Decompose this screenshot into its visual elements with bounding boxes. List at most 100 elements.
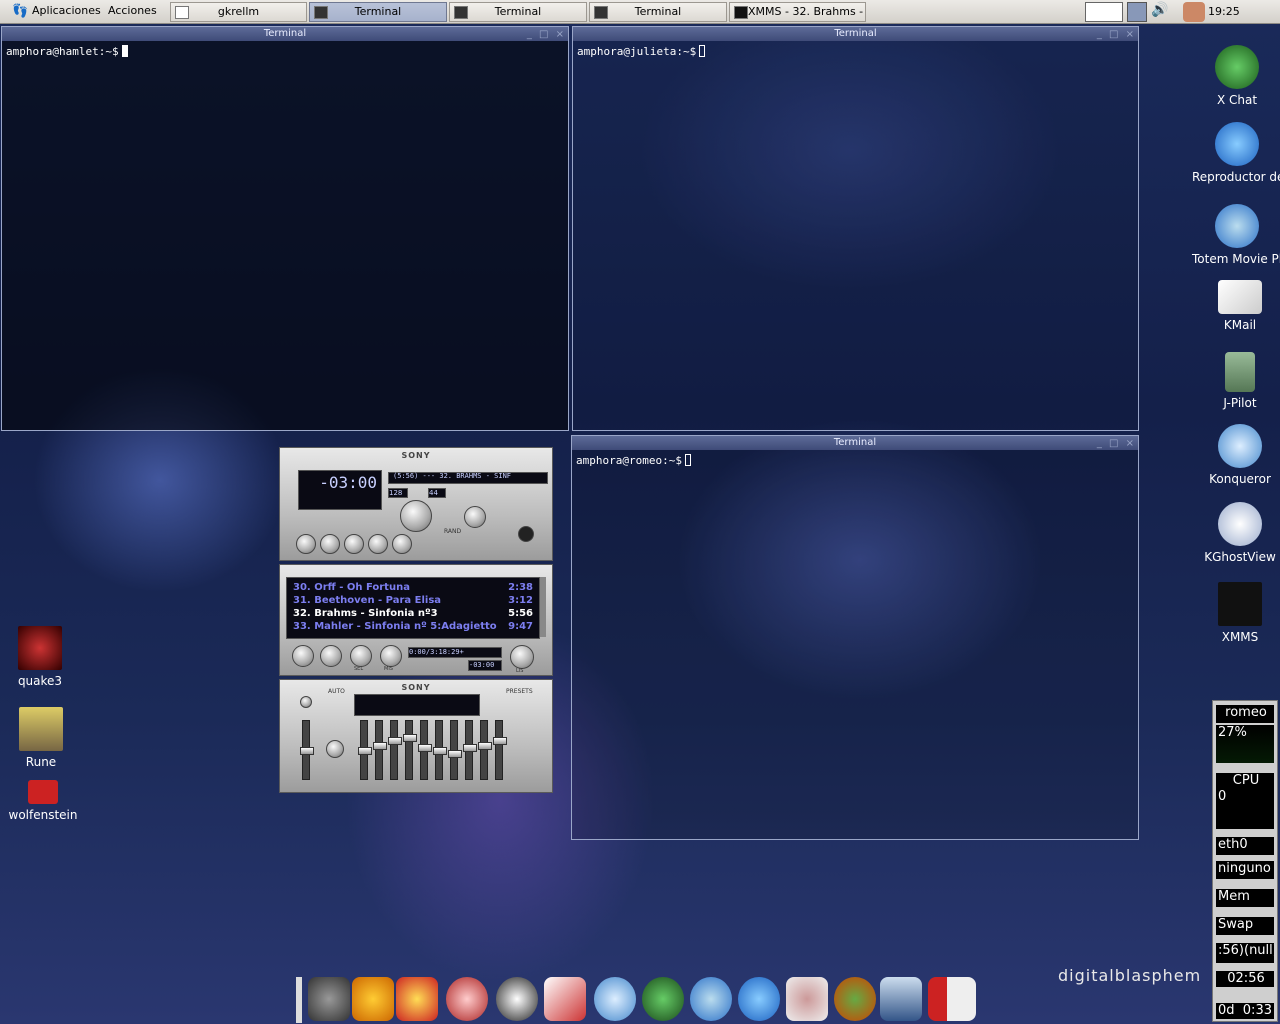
pl-mis-button[interactable]: [380, 645, 402, 667]
playlist-scrollbar[interactable]: [540, 577, 546, 637]
window-buttons[interactable]: _ □ ×: [1097, 28, 1136, 42]
network-monitor-icon[interactable]: [1127, 2, 1147, 22]
task-terminal-3[interactable]: Terminal: [589, 2, 727, 22]
terminal-window-julieta[interactable]: Terminal _ □ × amphora@julieta:~$: [572, 26, 1139, 431]
slider-thumb[interactable]: [433, 747, 447, 755]
gnome-foot-icon[interactable]: 👣: [12, 4, 28, 19]
eq-band-slider[interactable]: [403, 720, 417, 780]
clock[interactable]: 19:25: [1208, 5, 1240, 18]
desktop-icon-jpilot[interactable]: J-Pilot: [1195, 352, 1280, 410]
user-switch-icon[interactable]: [1183, 2, 1205, 22]
desktop-icon-xchat[interactable]: X Chat: [1192, 45, 1280, 107]
eye-icon[interactable]: [786, 977, 828, 1021]
slider-thumb[interactable]: [478, 742, 492, 750]
volume-icon[interactable]: 🔊: [1151, 2, 1168, 22]
menu-acciones[interactable]: Acciones: [108, 4, 157, 17]
desktop-icon-kmail[interactable]: KMail: [1195, 280, 1280, 332]
home-icon[interactable]: [880, 977, 922, 1021]
desktop-icon-reproductor[interactable]: Reproductor de C: [1192, 122, 1280, 184]
task-gkrellm[interactable]: gkrellm: [170, 2, 307, 22]
terminal-titlebar[interactable]: Terminal _ □ ×: [2, 27, 568, 41]
terminal-body[interactable]: amphora@romeo:~$: [572, 451, 1138, 839]
slider-thumb[interactable]: [358, 747, 372, 755]
mail-icon[interactable]: [544, 977, 586, 1021]
playlist-list[interactable]: 30. Orff - Oh Fortuna 2:38 31. Beethoven …: [286, 577, 540, 639]
eq-band-slider[interactable]: [358, 720, 372, 780]
eq-band-slider[interactable]: [433, 720, 447, 780]
terminal-body[interactable]: amphora@julieta:~$: [573, 42, 1138, 430]
desktop-icon-konqueror[interactable]: Konqueror: [1195, 424, 1280, 486]
slider-thumb[interactable]: [300, 747, 314, 755]
pl-remove-button[interactable]: [320, 645, 342, 667]
balance-knob[interactable]: [464, 506, 486, 528]
gimp-icon[interactable]: [308, 977, 350, 1021]
playlist-entry[interactable]: 30. Orff - Oh Fortuna 2:38: [293, 582, 533, 593]
terminal-window-romeo[interactable]: Terminal _ □ × amphora@romeo:~$: [571, 435, 1139, 840]
slider-thumb[interactable]: [463, 744, 477, 752]
slider-thumb[interactable]: [493, 737, 507, 745]
playlist-entry-current[interactable]: 32. Brahms - Sinfonia nº3 5:56: [293, 608, 533, 619]
eq-band-slider[interactable]: [493, 720, 507, 780]
next-button[interactable]: [392, 534, 412, 554]
playlist-entry[interactable]: 33. Mahler - Sinfonia nº 5:Adagietto 9:47: [293, 621, 533, 632]
desktop-icon-wolfenstein[interactable]: wolfenstein: [0, 780, 88, 822]
eq-band-slider[interactable]: [418, 720, 432, 780]
slider-thumb[interactable]: [448, 750, 462, 758]
eq-balance-knob[interactable]: [326, 740, 344, 758]
xmms-main-window[interactable]: SONY -03:00 (5:56) --- 32. BRAHMS - SINF…: [279, 447, 553, 561]
eric-icon[interactable]: [928, 977, 976, 1021]
volume-knob[interactable]: [400, 500, 432, 532]
pl-list-button[interactable]: [510, 645, 534, 669]
terminal-titlebar[interactable]: Terminal _ □ ×: [573, 27, 1138, 41]
desktop-icon-rune[interactable]: Rune: [0, 707, 86, 769]
shell-icon[interactable]: [352, 977, 394, 1021]
song-marquee[interactable]: (5:56) --- 32. BRAHMS - SINF: [388, 472, 548, 484]
time-display[interactable]: -03:00: [298, 470, 382, 510]
pl-sel-button[interactable]: [350, 645, 372, 667]
gkrellm-monitor[interactable]: romeo 27% CPU 0 eth0 ninguno Mem Swap :5…: [1212, 700, 1278, 1022]
play-button[interactable]: [320, 534, 340, 554]
window-buttons[interactable]: _ □ ×: [1097, 437, 1136, 451]
preamp-slider[interactable]: [300, 720, 314, 780]
terminal-window-hamlet[interactable]: Terminal _ □ × amphora@hamlet:~$: [1, 26, 569, 431]
task-xmms[interactable]: XMMS - 32. Brahms - Sin: [729, 2, 866, 22]
eq-band-slider[interactable]: [478, 720, 492, 780]
desktop-icon-totem[interactable]: Totem Movie Play: [1192, 204, 1280, 266]
workspace-switcher[interactable]: [1085, 2, 1123, 22]
mozilla-icon[interactable]: [834, 977, 876, 1021]
xchat-icon[interactable]: [642, 977, 684, 1021]
slider-thumb[interactable]: [388, 737, 402, 745]
xmms-equalizer-window[interactable]: SONY AUTO PRESETS: [279, 679, 553, 793]
prev-button[interactable]: [296, 534, 316, 554]
menu-aplicaciones[interactable]: Aplicaciones: [32, 4, 101, 17]
xmms-playlist-window[interactable]: 30. Orff - Oh Fortuna 2:38 31. Beethoven …: [279, 564, 553, 676]
eject-knob[interactable]: [518, 526, 534, 542]
acrobat-icon[interactable]: [446, 977, 488, 1021]
task-terminal-1[interactable]: Terminal: [309, 2, 447, 22]
slider-thumb[interactable]: [403, 734, 417, 742]
window-buttons[interactable]: _ □ ×: [527, 28, 566, 42]
eq-band-slider[interactable]: [448, 720, 462, 780]
dock-handle[interactable]: [296, 977, 302, 1023]
terminal-body[interactable]: amphora@hamlet:~$: [2, 42, 568, 430]
jukebox-icon[interactable]: [396, 977, 438, 1021]
slider-thumb[interactable]: [418, 744, 432, 752]
music-icon[interactable]: [738, 977, 780, 1021]
desktop-icon-kghostview[interactable]: KGhostView: [1195, 502, 1280, 564]
pl-add-button[interactable]: [292, 645, 314, 667]
task-terminal-2[interactable]: Terminal: [449, 2, 587, 22]
terminal-titlebar[interactable]: Terminal _ □ ×: [572, 436, 1138, 450]
desktop-icon-quake3[interactable]: quake3: [0, 626, 85, 688]
eq-band-slider[interactable]: [388, 720, 402, 780]
desktop-icon-xmms[interactable]: XMMS: [1195, 582, 1280, 644]
eq-band-slider[interactable]: [463, 720, 477, 780]
totem-icon[interactable]: [690, 977, 732, 1021]
konqueror-icon[interactable]: [594, 977, 636, 1021]
eq-band-slider[interactable]: [373, 720, 387, 780]
pause-button[interactable]: [344, 534, 364, 554]
eq-on-button[interactable]: [300, 696, 312, 708]
stop-button[interactable]: [368, 534, 388, 554]
tux-icon[interactable]: [496, 977, 538, 1021]
playlist-entry[interactable]: 31. Beethoven - Para Elisa 3:12: [293, 595, 533, 606]
slider-thumb[interactable]: [373, 742, 387, 750]
